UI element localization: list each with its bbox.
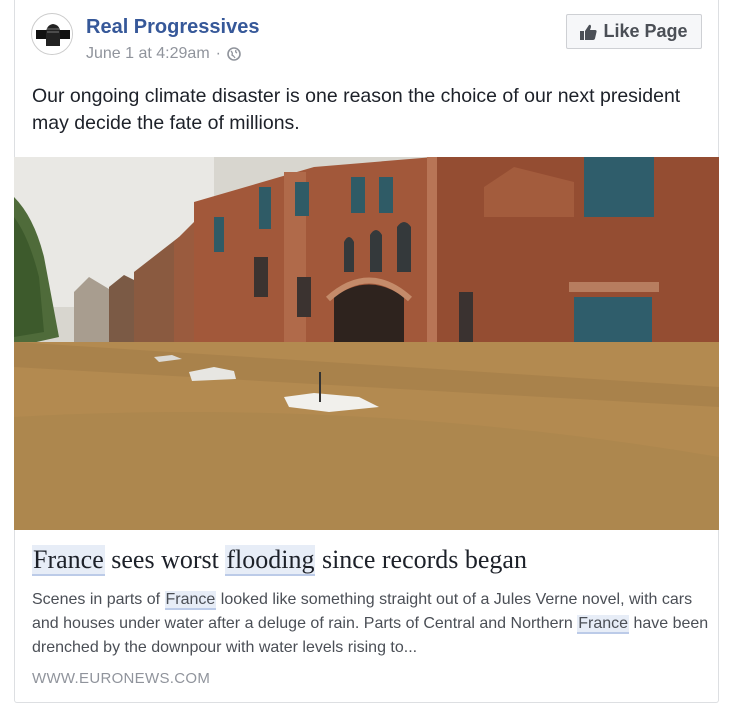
link-desc-highlight: France [164,591,217,610]
post-meta: June 1 at 4:29am · [86,45,241,63]
fist-logo-icon [33,15,72,54]
link-desc-text: Scenes in parts of [32,591,165,608]
globe-icon [227,47,241,61]
link-preview-image[interactable] [14,157,719,530]
post-timestamp[interactable]: June 1 at 4:29am [86,45,210,63]
link-title-highlight: France [32,545,105,576]
meta-separator: · [215,45,221,62]
thumbs-up-icon [580,24,598,40]
page-avatar[interactable] [31,13,73,55]
like-page-button[interactable]: Like Page [566,14,702,49]
flooded-street-photo [14,157,719,530]
link-source-domain[interactable]: WWW.EURONEWS.COM [32,670,210,687]
page-name-link[interactable]: Real Progressives [86,16,259,39]
link-desc-highlight: France [577,615,630,634]
post-text: Our ongoing climate disaster is one reas… [32,85,681,134]
link-title-text: since records began [315,545,527,574]
link-title[interactable]: France sees worst flooding since records… [32,545,527,576]
link-description[interactable]: Scenes in parts of France looked like so… [32,588,712,660]
link-title-text: sees worst [104,545,226,574]
link-title-highlight: flooding [225,545,316,576]
like-page-label: Like Page [603,21,688,41]
